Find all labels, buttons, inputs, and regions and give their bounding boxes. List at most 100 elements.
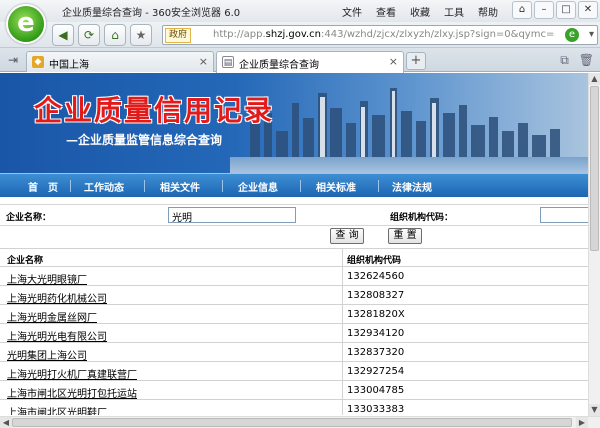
table-row: 上海光明打火机厂真建联营厂 132927254 — [0, 362, 588, 381]
table-row: 上海光明金属丝网厂 13281820X — [0, 305, 588, 324]
header-org-code: 组织机构代码 — [347, 256, 402, 266]
company-name-link[interactable]: 上海光明药化机械公司 — [7, 290, 107, 305]
nav-separator — [378, 180, 379, 192]
url-rest: :443/wzhd/zjcx/zlxyzh/zlxy.jsp?sign=0&qy… — [321, 29, 555, 40]
nav-separator — [222, 180, 223, 192]
close-tab-icon[interactable]: × — [389, 55, 398, 68]
company-name-input[interactable]: 光明 — [168, 207, 296, 223]
table-header: 企业名称 组织机构代码 — [0, 248, 588, 267]
maximize-button[interactable]: □ — [556, 1, 576, 19]
nav-home[interactable]: 首 页 — [28, 179, 58, 194]
org-code-cell: 133004785 — [347, 385, 405, 396]
header-company-name: 企业名称 — [7, 256, 44, 266]
nav-separator — [300, 180, 301, 192]
org-code-cell: 132808327 — [347, 290, 405, 301]
search-form: 企业名称： 光明 组织机构代码： — [0, 204, 588, 226]
banner-subtitle: —企业质量监管信息综合查询 — [66, 133, 223, 147]
restore-tab-icon[interactable]: ⧉ — [560, 53, 569, 68]
site-favicon-icon: ◆ — [32, 56, 44, 68]
browser-engine-icon[interactable]: e — [565, 28, 579, 42]
home-icon[interactable]: ⌂ — [104, 24, 126, 46]
vertical-scrollbar[interactable]: ▲ ▼ — [588, 73, 600, 416]
address-bar[interactable]: 政府 http://app.shzj.gov.cn:443/wzhd/zjcx/… — [162, 25, 598, 45]
back-arrow-icon[interactable]: ◀ — [52, 24, 74, 46]
title-bar: 企业质量综合查询 - 360安全浏览器 6.0 文件 查看 收藏 工具 帮助 ⌂… — [0, 0, 600, 22]
navigation-toolbar: ◀ ⟳ ⌂ ★ 政府 http://app.shzj.gov.cn:443/wz… — [0, 22, 600, 48]
scroll-left-icon[interactable]: ◀ — [0, 417, 12, 428]
org-code-cell: 13281820X — [347, 309, 405, 320]
org-code-input[interactable] — [540, 207, 588, 223]
nav-related-standards[interactable]: 相关标准 — [316, 179, 356, 194]
horizontal-scroll-thumb[interactable] — [12, 418, 572, 427]
table-row: 上海市闸北区光明鞋厂 133033383 — [0, 400, 588, 415]
table-row: 上海大光明眼镜厂 132624560 — [0, 267, 588, 286]
page-content: 企业质量信用记录 —企业质量监管信息综合查询 首 页 工作动态 相关文件 企业信… — [0, 73, 588, 415]
company-name-link[interactable]: 上海光明金属丝网厂 — [7, 309, 97, 324]
river-strip — [230, 157, 588, 173]
url-domain: shzj.gov.cn — [265, 29, 322, 40]
company-name-link[interactable]: 上海大光明眼镜厂 — [7, 271, 87, 286]
menu-bar: 文件 查看 收藏 工具 帮助 — [342, 4, 498, 19]
company-name-link[interactable]: 上海市闸北区光明鞋厂 — [7, 404, 107, 415]
banner-title: 企业质量信用记录 — [34, 94, 275, 127]
org-code-label: 组织机构代码： — [390, 213, 454, 223]
nav-related-files[interactable]: 相关文件 — [160, 179, 200, 194]
vertical-scroll-thumb[interactable] — [590, 86, 599, 251]
new-tab-button[interactable]: + — [406, 52, 426, 70]
tab-zhongguo-shanghai[interactable]: ◆ 中国上海 × — [26, 51, 214, 72]
horizontal-scrollbar[interactable]: ◀ ▶ — [0, 416, 600, 428]
url-prefix: http://app. — [213, 29, 266, 40]
table-row: 上海光明光电有限公司 132934120 — [0, 324, 588, 343]
table-row: 光明集团上海公司 132837320 — [0, 343, 588, 362]
org-code-cell: 132927254 — [347, 366, 405, 377]
refresh-icon[interactable]: ⟳ — [78, 24, 100, 46]
page-favicon-icon: ▤ — [222, 56, 234, 68]
favorite-star-icon[interactable]: ★ — [130, 24, 152, 46]
tab-quality-query[interactable]: ▤ 企业质量综合查询 × — [216, 51, 404, 73]
window-title: 企业质量综合查询 - 360安全浏览器 6.0 — [62, 8, 241, 19]
url-text[interactable]: http://app.shzj.gov.cn:443/wzhd/zjcx/zlx… — [213, 29, 554, 40]
menu-view[interactable]: 查看 — [376, 4, 396, 19]
org-code-cell: 132837320 — [347, 347, 405, 358]
trash-icon[interactable]: 🗑 — [579, 53, 594, 68]
sidebar-toggle-icon[interactable]: ⇥ — [8, 53, 18, 67]
site-banner: 企业质量信用记录 —企业质量监管信息综合查询 — [0, 73, 588, 173]
org-code-cell: 132624560 — [347, 271, 405, 282]
browser-logo-icon[interactable]: e — [6, 4, 46, 44]
close-tab-icon[interactable]: × — [199, 55, 208, 68]
window-controls: ⌂ – □ ✕ — [512, 1, 598, 19]
table-row: 上海市闸北区光明打包托运站 133004785 — [0, 381, 588, 400]
scroll-up-icon[interactable]: ▲ — [589, 73, 600, 85]
tab-bar-tools: ⧉ 🗑 — [560, 53, 594, 68]
close-window-button[interactable]: ✕ — [578, 1, 598, 19]
org-code-cell: 132934120 — [347, 328, 405, 339]
company-name-label: 企业名称： — [6, 213, 52, 223]
menu-file[interactable]: 文件 — [342, 4, 362, 19]
query-button[interactable]: 查 询 — [330, 228, 364, 244]
skin-button[interactable]: ⌂ — [512, 1, 532, 19]
nav-work-news[interactable]: 工作动态 — [84, 179, 124, 194]
tab-label: 企业质量综合查询 — [239, 60, 319, 71]
scroll-right-icon[interactable]: ▶ — [576, 417, 588, 428]
menu-favorites[interactable]: 收藏 — [410, 4, 430, 19]
nav-company-info[interactable]: 企业信息 — [238, 179, 278, 194]
scroll-down-icon[interactable]: ▼ — [589, 404, 600, 416]
table-row: 上海光明药化机械公司 132808327 — [0, 286, 588, 305]
org-code-cell: 133033383 — [347, 404, 405, 415]
tab-label: 中国上海 — [49, 60, 89, 71]
nav-separator — [70, 180, 71, 192]
reset-button[interactable]: 重 置 — [388, 228, 422, 244]
nav-laws[interactable]: 法律法规 — [392, 179, 432, 194]
government-site-badge: 政府 — [165, 28, 192, 43]
nav-separator — [144, 180, 145, 192]
company-name-link[interactable]: 上海市闸北区光明打包托运站 — [7, 385, 137, 400]
company-name-link[interactable]: 上海光明打火机厂真建联营厂 — [7, 366, 137, 381]
tab-bar: ⇥ ◆ 中国上海 × ▤ 企业质量综合查询 × + ⧉ 🗑 — [0, 48, 600, 73]
company-name-link[interactable]: 上海光明光电有限公司 — [7, 328, 107, 343]
company-name-link[interactable]: 光明集团上海公司 — [7, 347, 87, 362]
menu-tools[interactable]: 工具 — [444, 4, 464, 19]
menu-help[interactable]: 帮助 — [478, 4, 498, 19]
minimize-button[interactable]: – — [534, 1, 554, 19]
address-dropdown-icon[interactable]: ▾ — [589, 29, 594, 40]
column-divider — [342, 248, 343, 415]
